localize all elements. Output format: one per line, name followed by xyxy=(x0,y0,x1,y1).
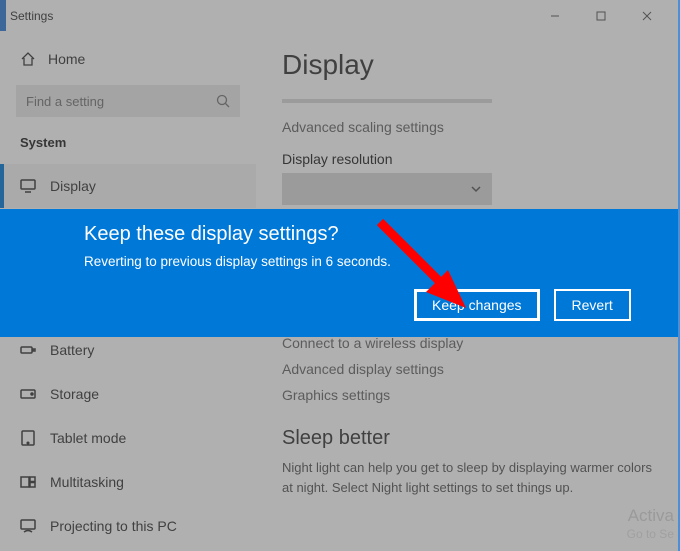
watermark-line1: Activa xyxy=(627,505,674,527)
sidebar-item-label: Tablet mode xyxy=(50,430,126,446)
dialog-title: Keep these display settings? xyxy=(84,223,656,246)
sidebar-item-label: Display xyxy=(50,178,96,194)
sidebar-item-multitasking[interactable]: Multitasking xyxy=(0,460,256,504)
home-label: Home xyxy=(48,51,85,67)
home-icon xyxy=(20,51,36,67)
resolution-dropdown[interactable] xyxy=(282,173,492,205)
revert-button[interactable]: Revert xyxy=(554,289,631,321)
tablet-icon xyxy=(20,430,36,446)
graphics-settings-link[interactable]: Graphics settings xyxy=(282,387,654,403)
titlebar: Settings xyxy=(0,0,680,31)
projecting-icon xyxy=(20,518,36,534)
sidebar-item-tablet-mode[interactable]: Tablet mode xyxy=(0,416,256,460)
sidebar-item-label: Storage xyxy=(50,386,99,402)
close-button[interactable] xyxy=(624,0,670,31)
confirm-dialog: Keep these display settings? Reverting t… xyxy=(0,209,678,337)
display-icon xyxy=(20,178,36,194)
sidebar-item-projecting[interactable]: Projecting to this PC xyxy=(0,504,256,548)
minimize-button[interactable] xyxy=(532,0,578,31)
keep-changes-button[interactable]: Keep changes xyxy=(414,289,540,321)
advanced-display-link[interactable]: Advanced display settings xyxy=(282,361,654,377)
watermark: Activa Go to Se xyxy=(627,505,674,543)
multitasking-icon xyxy=(20,474,36,490)
slider-placeholder[interactable] xyxy=(282,99,492,103)
resolution-label: Display resolution xyxy=(282,151,654,167)
chevron-down-icon xyxy=(470,183,482,195)
sleep-better-heading: Sleep better xyxy=(282,427,654,450)
category-label: System xyxy=(0,135,256,164)
watermark-line2: Go to Se xyxy=(627,527,674,543)
battery-icon xyxy=(20,342,36,358)
sleep-better-body: Night light can help you get to sleep by… xyxy=(282,458,654,497)
search-box[interactable] xyxy=(16,85,240,117)
sidebar-item-display[interactable]: Display xyxy=(0,164,256,208)
search-icon xyxy=(216,94,230,108)
window-title: Settings xyxy=(10,9,53,23)
search-input[interactable] xyxy=(26,94,216,109)
storage-icon xyxy=(20,386,36,402)
home-link[interactable]: Home xyxy=(0,41,256,77)
sidebar-item-storage[interactable]: Storage xyxy=(0,372,256,416)
maximize-button[interactable] xyxy=(578,0,624,31)
connect-wireless-link[interactable]: Connect to a wireless display xyxy=(282,335,654,351)
sidebar-item-label: Multitasking xyxy=(50,474,124,490)
sidebar-item-label: Battery xyxy=(50,342,94,358)
advanced-scaling-link[interactable]: Advanced scaling settings xyxy=(282,119,654,135)
page-title: Display xyxy=(282,49,654,81)
dialog-body: Reverting to previous display settings i… xyxy=(84,254,656,269)
sidebar-item-label: Projecting to this PC xyxy=(50,518,177,534)
